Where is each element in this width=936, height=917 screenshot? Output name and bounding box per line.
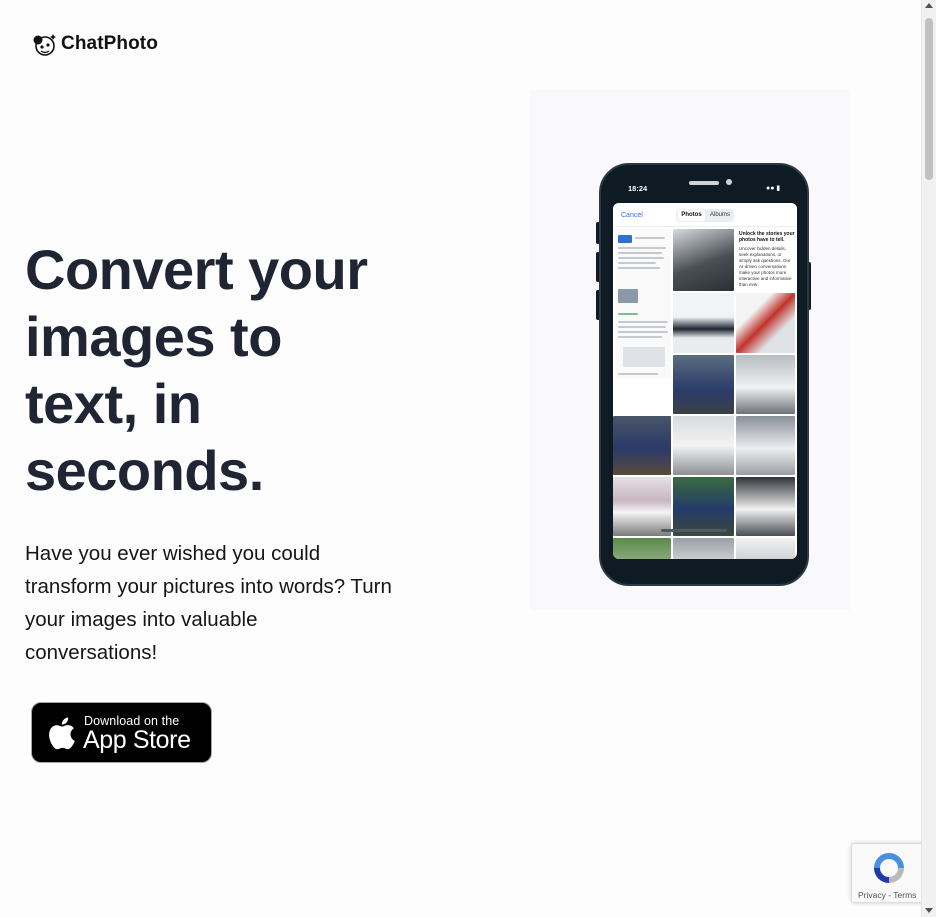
tab-photos: Photos bbox=[678, 210, 705, 221]
recaptcha-terms-link[interactable]: Terms bbox=[893, 890, 916, 900]
phone-status-icons: ●● ▮ bbox=[766, 185, 781, 192]
doc-line bbox=[618, 373, 658, 375]
brand-logo[interactable]: ChatPhoto bbox=[30, 29, 158, 59]
hero-subtitle: Have you ever wished you could transform… bbox=[25, 542, 392, 664]
photo-car bbox=[613, 416, 671, 475]
doc-line bbox=[618, 247, 666, 249]
photo-car bbox=[673, 355, 734, 414]
hero-title-line: text, in bbox=[25, 372, 202, 435]
doc-line bbox=[618, 331, 668, 333]
phone-home-indicator bbox=[661, 529, 727, 532]
logo-icon bbox=[33, 34, 56, 56]
doc-line bbox=[618, 267, 660, 269]
apple-icon bbox=[49, 717, 75, 750]
doc-line bbox=[618, 313, 638, 315]
doc-line bbox=[618, 257, 664, 259]
hero-title: Convert your images to text, in seconds. bbox=[25, 236, 405, 504]
doc-line bbox=[618, 262, 656, 264]
screenshot-document-preview bbox=[615, 229, 671, 379]
doc-line bbox=[618, 289, 638, 303]
recaptcha-badge[interactable]: Privacy - Terms bbox=[851, 843, 925, 903]
photo-devices bbox=[736, 293, 795, 353]
doc-line bbox=[618, 235, 632, 243]
phone-speaker bbox=[689, 181, 719, 185]
photo-car bbox=[613, 538, 671, 559]
tab-albums: Albums bbox=[709, 212, 730, 218]
recaptcha-links: Privacy - Terms bbox=[858, 890, 916, 900]
phone-status-time: 18:24 bbox=[628, 184, 648, 193]
photo-car bbox=[673, 538, 734, 559]
app-store-big-label: App Store bbox=[83, 726, 191, 754]
photo-suv bbox=[673, 293, 734, 353]
photo-car bbox=[673, 477, 734, 536]
photo-car bbox=[736, 355, 795, 414]
app-store-button[interactable]: Download on the App Store bbox=[31, 702, 212, 763]
hero-title-line: images to bbox=[25, 305, 282, 368]
recaptcha-icon bbox=[874, 853, 904, 883]
photo-car bbox=[736, 416, 795, 475]
hero-title-line: seconds. bbox=[25, 439, 264, 502]
phone-screen: Cancel Photos Albums Unlock the stories … bbox=[613, 203, 797, 559]
doc-line bbox=[623, 347, 665, 367]
doc-line bbox=[635, 237, 665, 239]
photo-picker-header: Cancel Photos Albums bbox=[613, 203, 797, 227]
app-intro-text: Unlock the stories your photos have to t… bbox=[739, 231, 795, 288]
page-scrollbar[interactable] bbox=[921, 0, 936, 917]
scrollbar-thumb[interactable] bbox=[925, 18, 933, 180]
photo-jacket bbox=[673, 229, 734, 291]
doc-line bbox=[618, 321, 668, 323]
brand-name: ChatPhoto bbox=[61, 33, 158, 54]
scroll-down-arrow-icon[interactable] bbox=[925, 908, 933, 913]
phone-mockup: 18:24 ●● ▮ Cancel Photos Albums Unlock t… bbox=[599, 163, 809, 586]
doc-line bbox=[618, 252, 662, 254]
app-intro-title: Unlock the stories your photos have to t… bbox=[739, 231, 795, 243]
recaptcha-privacy-link[interactable]: Privacy bbox=[858, 890, 886, 900]
photo-car bbox=[613, 477, 671, 536]
doc-line bbox=[618, 326, 666, 328]
photo-car bbox=[673, 416, 734, 475]
photo-picker-tabs: Photos Albums bbox=[676, 209, 734, 222]
app-intro-body: Uncover hidden details, seek explanation… bbox=[739, 246, 792, 287]
cancel-link: Cancel bbox=[621, 212, 643, 219]
photo-car bbox=[736, 477, 795, 536]
photo-car bbox=[736, 538, 795, 559]
hero-title-line: Convert your bbox=[25, 238, 368, 301]
scroll-up-arrow-icon[interactable] bbox=[925, 3, 933, 8]
doc-line bbox=[618, 336, 662, 338]
phone-camera bbox=[726, 179, 732, 185]
